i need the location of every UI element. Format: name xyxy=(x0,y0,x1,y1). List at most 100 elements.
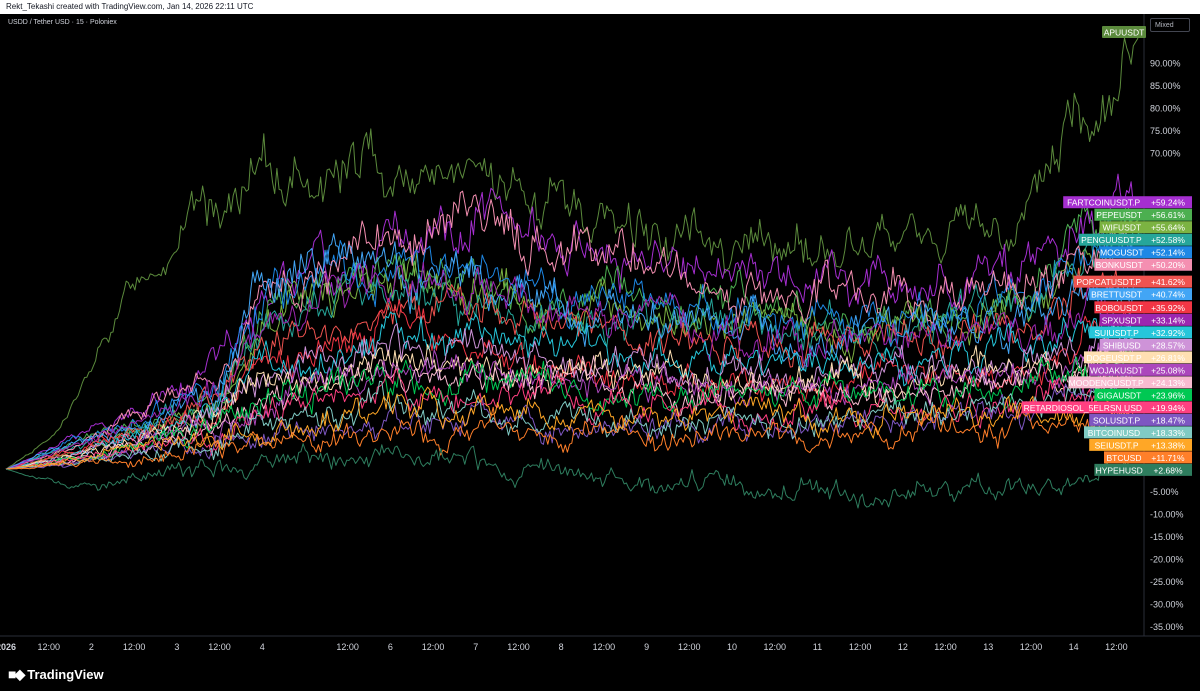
series-label-moodengusdt-p: MOODENGUSDT.P +24.13% xyxy=(1068,376,1192,389)
y-tick-label: 75.00% xyxy=(1150,126,1181,136)
series-last-value: +55.64% xyxy=(1151,223,1185,233)
x-tick-label: 12:00 xyxy=(1105,642,1128,652)
series-name: GIGAUSDT xyxy=(1097,390,1141,400)
x-tick-label: 12:00 xyxy=(208,642,231,652)
series-name: WIFUSDT xyxy=(1102,223,1141,233)
series-label-solusdt-p: SOLUSDT.P +18.47% xyxy=(1089,413,1192,426)
tradingview-logo-icon: ■◆ xyxy=(8,666,25,682)
series-last-value: +59.24% xyxy=(1151,198,1185,208)
series-last-value: +52.58% xyxy=(1151,235,1185,245)
series-name: BTCUSD xyxy=(1107,453,1142,463)
y-tick-label: -25.00% xyxy=(1150,577,1184,587)
series-label-brettusdt: BRETTUSDT +40.74% xyxy=(1089,288,1192,301)
series-last-value: +26.81% xyxy=(1151,353,1185,363)
series-last-value: +24.13% xyxy=(1151,378,1185,388)
y-tick-label: -10.00% xyxy=(1150,509,1184,519)
x-tick-label: 12:00 xyxy=(507,642,530,652)
series-name: DOGEUSDT.P xyxy=(1086,353,1142,363)
symbol-title[interactable]: USDD / Tether USD · 15 · Poloniex xyxy=(8,19,117,26)
series-name: PENGUUSDT.P xyxy=(1081,235,1142,245)
series-last-value: +18.33% xyxy=(1151,428,1185,438)
tradingview-logo[interactable]: ■◆ TradingView xyxy=(8,666,104,683)
brand-name: TradingView xyxy=(27,667,104,682)
series-label-pepeusdt: PEPEUSDT +56.61% xyxy=(1094,208,1192,221)
series-name: BONKUSDT xyxy=(1096,260,1143,270)
x-tick-label: 12:00 xyxy=(763,642,786,652)
series-name: BOBOUSDT xyxy=(1095,303,1143,313)
x-tick-label: 12:00 xyxy=(336,642,359,652)
series-label-wifusdt: WIFUSDT +55.64% xyxy=(1099,221,1192,234)
series-name: PEPEUSDT xyxy=(1096,210,1142,220)
credit-text: Rekt_Tekashi created with TradingView.co… xyxy=(6,2,254,11)
x-tick-label: 3 xyxy=(174,642,179,652)
series-last-value: +40.74% xyxy=(1151,290,1185,300)
x-tick-label: 6 xyxy=(388,642,393,652)
x-tick-label: 4 xyxy=(260,642,265,652)
series-label-gigausdt: GIGAUSDT +23.96% xyxy=(1094,388,1192,401)
price-chart[interactable]: 90.00% 85.00% 80.00% 75.00% 70.00% -5.00% -10.… xyxy=(0,14,1200,658)
x-tick-label: 10 xyxy=(727,642,737,652)
series-label-popcatusdt-p: POPCATUSDT.P +41.62% xyxy=(1073,275,1192,288)
series-name: SOLUSDT.P xyxy=(1093,415,1141,425)
x-tick-label: 2 xyxy=(89,642,94,652)
y-tick-label: 70.00% xyxy=(1150,149,1181,159)
series-name: POPCATUSDT.P xyxy=(1077,277,1142,287)
y-tick-label: -15.00% xyxy=(1150,532,1184,542)
series-label-bobousdt: BOBOUSDT +35.92% xyxy=(1094,301,1192,314)
x-tick-label: 12:00 xyxy=(123,642,146,652)
series-label-fartcoinusdt-p: FARTCOINUSDT.P +59.24% xyxy=(1063,196,1192,209)
y-tick-label: 90.00% xyxy=(1150,59,1181,69)
series-last-value: +2.68% xyxy=(1153,465,1183,475)
x-tick-label: 13 xyxy=(983,642,993,652)
series-label-bonkusdt: BONKUSDT +50.20% xyxy=(1094,258,1192,271)
series-label-bitcoinusd: BITCOINUSD +18.33% xyxy=(1084,426,1192,439)
series-label-suiusdt-p: SUIUSDT.P +32.92% xyxy=(1089,326,1192,339)
series-label-seiusdt-p: SEIUSDT.P +13.38% xyxy=(1089,438,1192,451)
x-tick-label: 12:00 xyxy=(37,642,60,652)
series-name: SUIUSDT.P xyxy=(1094,328,1139,338)
y-tick-label: -35.00% xyxy=(1150,622,1184,632)
series-name: FARTCOINUSDT.P xyxy=(1067,198,1140,208)
footer-bar xyxy=(0,658,1200,691)
series-last-value: +25.08% xyxy=(1151,365,1185,375)
y-tick-label: -30.00% xyxy=(1150,599,1184,609)
series-last-value: +35.92% xyxy=(1151,303,1185,313)
y-tick-label: 85.00% xyxy=(1150,81,1181,91)
series-last-value: +52.14% xyxy=(1151,248,1185,258)
series-name: BITCOINUSD xyxy=(1088,428,1140,438)
series-name: BRETTUSDT xyxy=(1091,290,1142,300)
x-tick-label: 8 xyxy=(559,642,564,652)
series-last-value: +41.62% xyxy=(1151,277,1185,287)
series-label-mogusdt: MOGUSDT +52.14% xyxy=(1099,246,1192,259)
series-label-retardiosol-5elrsn-usd: RETARDIOSOL_5ELRSN.USD +19.94% xyxy=(1021,401,1192,414)
series-name: SHIBUSD xyxy=(1103,340,1141,350)
series-label-apuusdt: APUUSDT xyxy=(1102,26,1146,39)
x-tick-label: 12:00 xyxy=(1020,642,1043,652)
series-last-value: +23.96% xyxy=(1151,390,1185,400)
series-name: APUUSDT xyxy=(1104,28,1145,38)
scale-mode-button[interactable]: Mixed xyxy=(1150,18,1190,32)
series-last-value: +11.71% xyxy=(1151,453,1185,463)
series-name: SEIUSDT.P xyxy=(1095,440,1139,450)
series-name: SPXUSDT xyxy=(1102,315,1142,325)
x-tick-label: 12:00 xyxy=(678,642,701,652)
series-name: HYPEHUSD xyxy=(1096,465,1143,475)
x-tick-label: 12:00 xyxy=(934,642,957,652)
series-label-penguusdt-p: PENGUUSDT.P +52.58% xyxy=(1078,233,1192,246)
series-name: MOGUSDT xyxy=(1100,248,1143,258)
x-tick-label: 12:00 xyxy=(593,642,616,652)
y-tick-label: 80.00% xyxy=(1150,104,1181,114)
series-label-spxusdt: SPXUSDT +33.14% xyxy=(1099,313,1192,326)
series-last-value: +28.57% xyxy=(1151,340,1185,350)
x-tick-label: 12:00 xyxy=(422,642,445,652)
series-name: WOJAKUSDT xyxy=(1090,365,1143,375)
series-label-wojakusdt: WOJAKUSDT +25.08% xyxy=(1089,363,1192,376)
y-tick-label: -20.00% xyxy=(1150,554,1184,564)
x-tick-label: 11 xyxy=(813,642,822,652)
chart-credit-bar: Rekt_Tekashi created with TradingView.co… xyxy=(0,0,1200,14)
x-tick-label: 2026 xyxy=(0,642,16,652)
series-label-shibusd: SHIBUSD +28.57% xyxy=(1099,338,1192,351)
x-tick-label: 14 xyxy=(1069,642,1079,652)
series-last-value: +56.61% xyxy=(1151,210,1185,220)
series-last-value: +13.38% xyxy=(1151,440,1185,450)
